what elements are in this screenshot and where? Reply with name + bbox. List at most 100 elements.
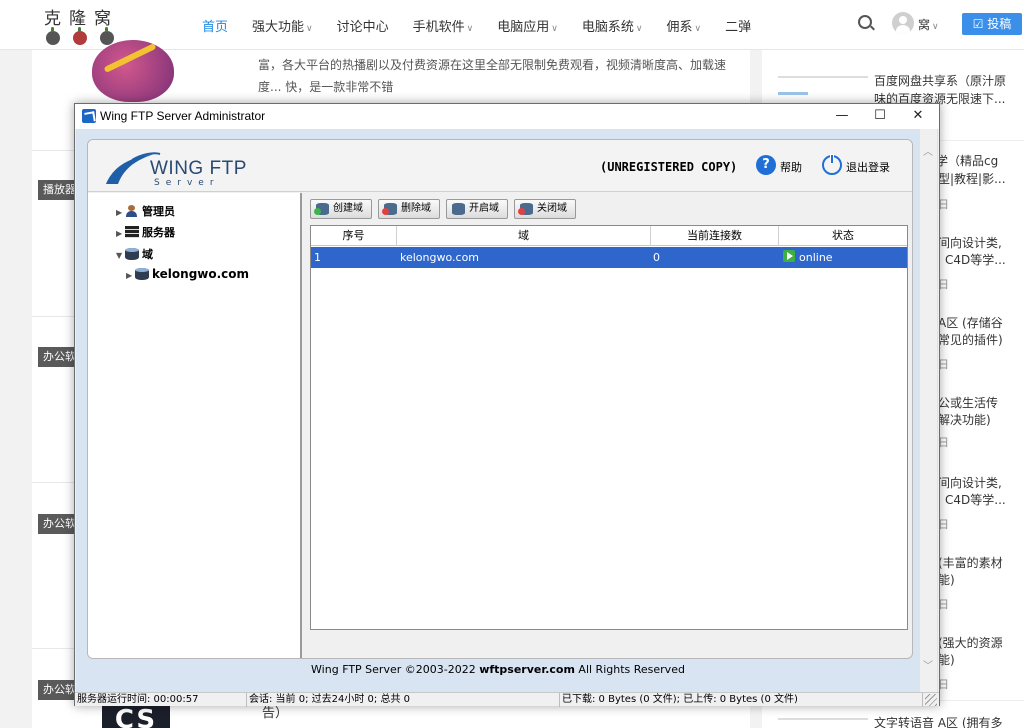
expand-arrow-icon[interactable]: ▶ (116, 229, 125, 238)
post-title[interactable]: 能) (938, 571, 955, 589)
delete-domain-button[interactable]: 删除域 (378, 199, 440, 219)
post-title[interactable]: 间向设计类, (938, 474, 1002, 492)
chevron-down-icon: ∨ (306, 24, 313, 34)
category-tag[interactable]: 办公软 (38, 514, 78, 534)
brand-name: WING FTP (150, 158, 247, 179)
nav-item-home[interactable]: 首页 (202, 16, 228, 35)
window-titlebar[interactable]: Wing FTP Server Administrator — ☐ ✕ (75, 104, 939, 129)
transfer-status: 已下载: 0 Bytes (0 文件); 已上传: 0 Bytes (0 文件) (560, 693, 923, 707)
logo-text: 克隆窝 (44, 9, 119, 29)
start-domain-button[interactable]: 开启域 (446, 199, 508, 219)
nav-label: 佣系 (666, 20, 693, 35)
brand-sub: Server (154, 178, 220, 188)
status-text: online (799, 251, 833, 264)
table-header: 序号 域 当前连接数 状态 (311, 226, 907, 246)
post-title: 文字转语音 A区 (拥有多 (874, 716, 1003, 728)
tree-item-server[interactable]: ▶ 服务器 (116, 224, 175, 240)
category-tag[interactable]: 播放器 (38, 180, 78, 200)
button-label: 创建域 (333, 203, 363, 214)
stop-domain-icon (518, 203, 533, 215)
create-domain-button[interactable]: 创建域 (310, 199, 372, 219)
wing-ftp-window: Wing FTP Server Administrator — ☐ ✕ WING… (74, 103, 940, 707)
vertical-scrollbar[interactable]: ︿ ﹀ (920, 129, 937, 692)
close-button[interactable]: ✕ (899, 105, 937, 127)
admin-panel: WING FTP Server (UNREGISTERED COPY) ? 帮助… (87, 139, 913, 659)
user-menu[interactable]: 窝 ∨ (918, 16, 939, 33)
stop-domain-button[interactable]: 关闭域 (514, 199, 576, 219)
post-title[interactable]: 间向设计类, (938, 234, 1002, 252)
post-title[interactable]: A区 (存储谷 (938, 314, 1003, 332)
delete-domain-icon (382, 203, 397, 215)
column-header-domain[interactable]: 域 (397, 226, 651, 246)
post-title[interactable]: 学（精品cg (936, 152, 998, 170)
status-bar: 服务器运行时间: 00:00:57 会话: 当前 0; 过去24小时 0; 总共… (75, 692, 939, 707)
logout-button[interactable]: 退出登录 (846, 159, 890, 175)
post-title[interactable]: 能) (938, 651, 955, 669)
tree-item-domains[interactable]: ▼ 域 (116, 246, 153, 262)
post-title[interactable]: C4D等学... (945, 251, 1006, 269)
panel-header: WING FTP Server (UNREGISTERED COPY) ? 帮助… (88, 140, 912, 192)
domain-toolbar: 创建域 删除域 开启域 关闭域 (310, 199, 576, 219)
resize-grip-icon[interactable] (925, 694, 937, 706)
post-title[interactable]: 型|教程|影... (938, 170, 1006, 188)
nav-item-misc[interactable]: 佣系 ∨ (666, 16, 701, 35)
post-title[interactable]: 解决功能) (938, 411, 991, 429)
tree-item-kelongwo[interactable]: ▶ kelongwo.com (126, 267, 249, 281)
button-label: 删除域 (401, 203, 431, 214)
search-icon[interactable] (858, 15, 872, 29)
table-row[interactable]: 1 kelongwo.com 0 online (311, 247, 907, 268)
scroll-down-icon[interactable]: ﹀ (923, 657, 933, 672)
window-client: WING FTP Server (UNREGISTERED COPY) ? 帮助… (76, 129, 938, 692)
column-header-status[interactable]: 状态 (779, 226, 907, 246)
tree-label: kelongwo.com (152, 267, 250, 281)
nav-item-second[interactable]: 二弹 (725, 16, 751, 35)
nav-label: 首页 (202, 20, 229, 35)
copyright-text: Wing FTP Server ©2003-2022 (311, 663, 480, 676)
window-title: Wing FTP Server Administrator (100, 109, 266, 123)
start-domain-icon (452, 203, 465, 215)
nav-item-pc-apps[interactable]: 电脑应用 ∨ (497, 16, 558, 35)
button-label: 关闭域 (537, 203, 567, 214)
copyright-link[interactable]: wftpserver.com (479, 663, 575, 676)
collapse-arrow-icon[interactable]: ▼ (116, 251, 125, 260)
site-logo[interactable]: 克隆窝 (44, 4, 124, 46)
column-header-id[interactable]: 序号 (311, 226, 397, 246)
nav-item-forum[interactable]: 讨论中心 (337, 16, 389, 35)
chevron-down-icon: ∨ (694, 24, 702, 34)
maximize-button[interactable]: ☐ (861, 105, 899, 127)
post-title[interactable]: (强大的资源 (938, 634, 1003, 652)
tree-item-admins[interactable]: ▶ 管理员 (116, 203, 175, 219)
post-title[interactable]: 常见的插件) (938, 331, 1003, 349)
nav-item-pc-systems[interactable]: 电脑系统 ∨ (582, 16, 643, 35)
scroll-up-icon[interactable]: ︿ (923, 143, 933, 158)
post-button[interactable]: ☑ 投稿 (962, 13, 1022, 35)
nav-label: 讨论中心 (336, 20, 389, 35)
chevron-down-icon: ∨ (466, 24, 474, 34)
expand-arrow-icon[interactable]: ▶ (116, 208, 125, 217)
help-button[interactable]: 帮助 (780, 159, 802, 175)
server-icon (125, 226, 139, 238)
chevron-down-icon: ∨ (551, 24, 558, 34)
nav-label: 电脑系统 (581, 20, 634, 35)
nav-item-features[interactable]: 强大功能 ∨ (252, 16, 313, 35)
user-icon (125, 205, 139, 217)
button-label: 开启域 (469, 203, 499, 214)
help-icon[interactable]: ? (756, 155, 776, 175)
post-thumbnail (778, 714, 870, 728)
post-title[interactable]: C4D等学... (945, 491, 1006, 509)
expand-arrow-icon[interactable]: ▶ (126, 271, 135, 280)
article-snippet: 富，各大平台的热播剧以及付费资源在这里全部无限制免费观看，视频清晰度高、加载速度… (258, 58, 727, 94)
post-title[interactable]: (丰富的素材 (938, 554, 1003, 572)
power-icon[interactable] (822, 154, 842, 175)
app-icon (82, 109, 96, 123)
chevron-down-icon: ∨ (635, 24, 643, 34)
logo-mark (44, 27, 124, 45)
category-tag[interactable]: 办公软 (38, 347, 78, 367)
category-tag[interactable]: 办公软 (38, 680, 78, 700)
avatar[interactable] (892, 12, 914, 34)
nav-item-mobile[interactable]: 手机软件 ∨ (413, 16, 474, 35)
column-header-connections[interactable]: 当前连接数 (651, 226, 779, 246)
minimize-button[interactable]: — (823, 105, 861, 127)
cell-connections: 0 (653, 251, 660, 264)
post-title[interactable]: 公或生活传 (938, 394, 998, 412)
